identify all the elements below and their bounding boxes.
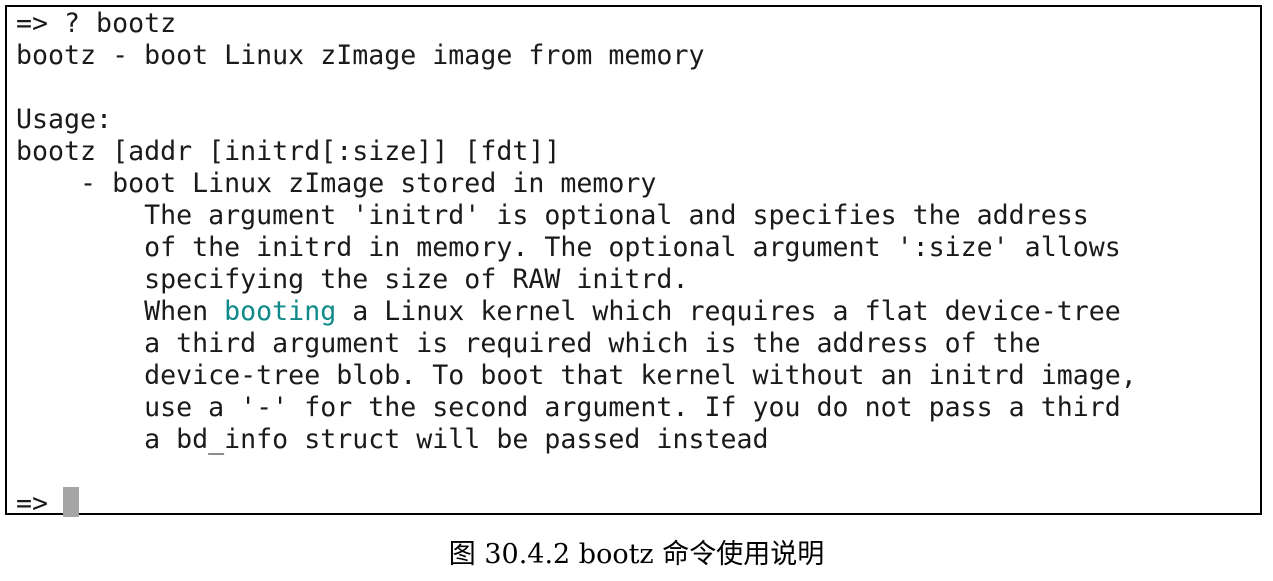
terminal-line-usage-syntax: bootz [addr [initrd[:size]] [fdt]]: [16, 136, 561, 167]
terminal-line-prompt-command: => ? bootz: [16, 8, 177, 39]
terminal-line-help-1: The argument 'initrd' is optional and sp…: [16, 200, 1089, 231]
terminal-line-help-3: specifying the size of RAW initrd.: [16, 264, 689, 295]
block-cursor-icon: [63, 487, 79, 517]
highlighted-word: booting: [224, 296, 337, 327]
help-4-before: When: [16, 296, 225, 327]
figure-caption: 图 30.4.2 bootz 命令使用说明: [448, 539, 825, 570]
terminal-line-help-4: When booting a Linux kernel which requir…: [16, 296, 1121, 328]
terminal-line-description: bootz - boot Linux zImage image from mem…: [16, 40, 705, 71]
terminal-line-help-8: a bd_info struct will be passed instead: [16, 424, 769, 455]
terminal-line-help-5: a third argument is required which is th…: [16, 328, 1041, 359]
terminal-line-usage-summary: - boot Linux zImage stored in memory: [16, 168, 657, 199]
terminal-window[interactable]: => ? bootz bootz - boot Linux zImage ima…: [5, 5, 1262, 519]
help-4-after: a Linux kernel which requires a flat dev…: [336, 296, 1121, 327]
terminal-line-usage-heading: Usage:: [16, 104, 113, 135]
terminal-line-help-6: device-tree blob. To boot that kernel wi…: [16, 360, 1137, 391]
terminal-line-help-7: use a '-' for the second argument. If yo…: [16, 392, 1121, 423]
terminal-line-help-2: of the initrd in memory. The optional ar…: [16, 232, 1121, 263]
terminal-prompt[interactable]: =>: [16, 488, 64, 520]
